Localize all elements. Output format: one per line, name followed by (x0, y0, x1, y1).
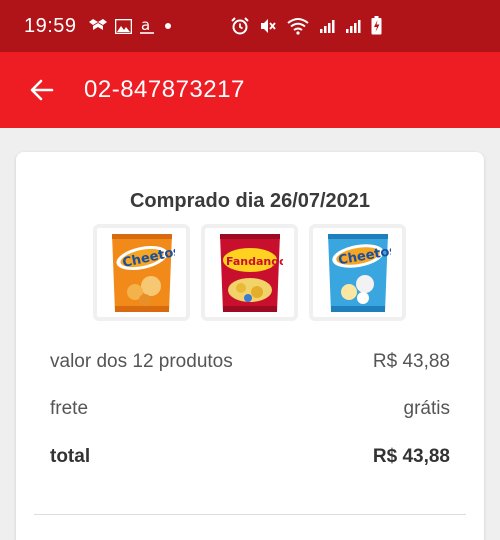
shipping-value: grátis (403, 398, 450, 419)
items-value-amount: R$ 43,88 (372, 351, 450, 372)
svg-text:Fandangos: Fandangos (226, 255, 283, 268)
dot-icon (164, 23, 171, 29)
shipping-label: frete (50, 398, 89, 419)
order-card: Comprado dia 26/07/2021 Cheetos Fandango… (16, 152, 484, 540)
app-bar: 02-847873217 (0, 52, 500, 128)
divider (34, 514, 466, 515)
order-number-title: 02-847873217 (84, 76, 245, 103)
status-left-icons: a (88, 17, 173, 35)
total-row: total R$ 43,88 (50, 446, 450, 468)
cheetos-bag-blue-image: Cheetos (327, 233, 391, 312)
mute-icon (261, 18, 276, 33)
gallery-icon (114, 18, 132, 34)
fandangos-bag-image: Fandangos (219, 233, 283, 312)
signal-icon (320, 19, 335, 33)
amazon-icon: a (139, 17, 154, 34)
product-thumbnails: Cheetos Fandangos (93, 224, 406, 321)
battery-icon (371, 16, 382, 35)
product-thumb-cheetos-orange[interactable]: Cheetos (93, 224, 190, 321)
cheetos-bag-image: Cheetos (111, 233, 175, 312)
items-value-row: valor dos 12 produtos R$ 43,88 (50, 351, 450, 373)
alarm-icon (231, 16, 249, 34)
total-value: R$ 43,88 (372, 446, 450, 467)
svg-text:a: a (141, 17, 150, 34)
status-right-icons (231, 16, 382, 35)
signal-icon (346, 19, 361, 33)
items-value-label: valor dos 12 produtos (50, 351, 233, 372)
total-label: total (50, 446, 91, 467)
product-thumb-cheetos-blue[interactable]: Cheetos (309, 224, 406, 321)
status-bar: 19:59 a (0, 0, 500, 52)
arrow-left-icon (30, 79, 54, 101)
wifi-icon (287, 17, 309, 35)
dropbox-icon (88, 19, 107, 30)
purchase-date: Comprado dia 26/07/2021 (129, 190, 371, 212)
back-button[interactable] (20, 68, 64, 112)
product-thumb-fandangos[interactable]: Fandangos (201, 224, 298, 321)
shipping-row: frete grátis (50, 398, 450, 420)
status-time: 19:59 (24, 14, 77, 37)
